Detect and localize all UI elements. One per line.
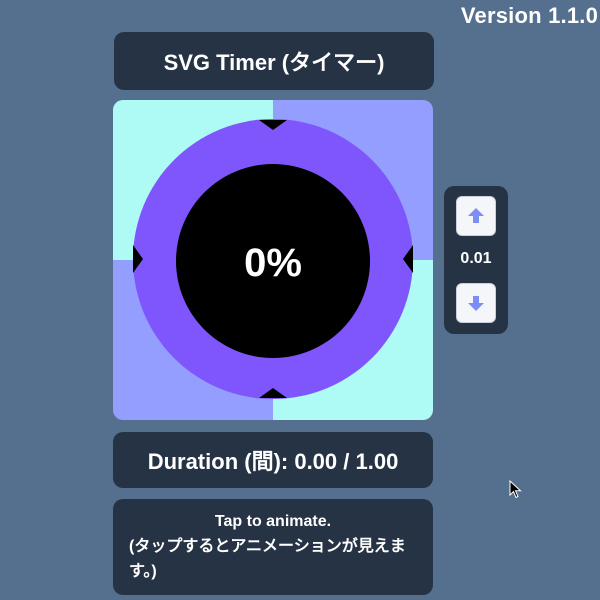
step-value: 0.01 xyxy=(460,250,492,267)
step-control-panel: 0.01 xyxy=(444,186,508,334)
info-instruction-japanese: (タップするとアニメーションが見えます。) xyxy=(129,538,406,580)
timer-svg[interactable]: 0% xyxy=(113,100,433,420)
duration-bar: Duration (間): 0.00 / 1.00 xyxy=(113,432,433,488)
timer-canvas[interactable]: 0% xyxy=(113,100,433,420)
arrow-up-icon xyxy=(468,208,484,223)
arrow-down-icon xyxy=(468,296,484,311)
increase-button[interactable] xyxy=(456,196,496,236)
mouse-cursor-icon xyxy=(509,479,523,505)
info-instruction: Tap to animate. xyxy=(214,513,332,530)
percent-label: 0% xyxy=(244,241,302,285)
duration-text: Duration (間): 0.00 / 1.00 xyxy=(147,449,399,474)
info-box: Tap to animate. (タップするとアニメーションが見えます。) xyxy=(113,499,433,595)
version-label: Version 1.1.0 xyxy=(460,3,598,28)
page-title: SVG Timer (タイマー) xyxy=(163,50,385,75)
decrease-button[interactable] xyxy=(456,283,496,323)
title-bar: SVG Timer (タイマー) xyxy=(114,32,434,90)
